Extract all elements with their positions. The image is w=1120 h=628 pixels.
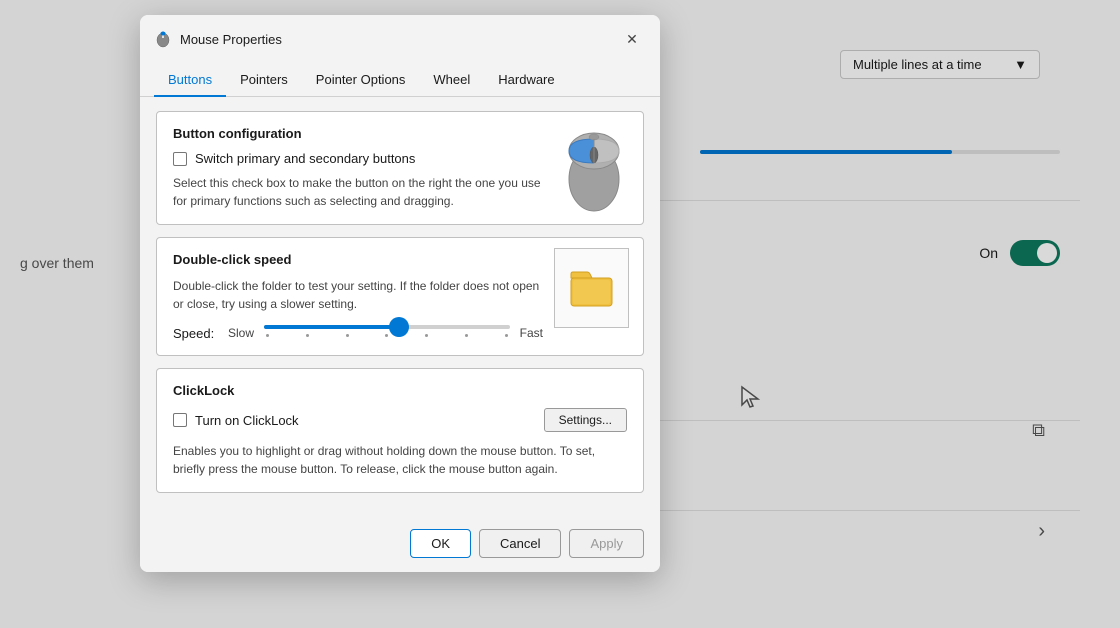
dialog-buttons: OK Cancel Apply (140, 519, 660, 572)
tabs-bar: Buttons Pointers Pointer Options Wheel H… (140, 63, 660, 97)
title-bar-left: Mouse Properties (154, 30, 282, 48)
speed-dot-7 (505, 334, 508, 337)
speed-row: Speed: Slow Fast (173, 325, 543, 341)
tab-hardware[interactable]: Hardware (484, 64, 568, 97)
speed-fill (264, 325, 399, 329)
switch-buttons-checkbox[interactable] (173, 152, 187, 166)
tab-pointer-options[interactable]: Pointer Options (302, 64, 420, 97)
double-click-section: Double-click speed Double-click the fold… (156, 237, 644, 356)
clicklock-checkbox-row: Turn on ClickLock (173, 413, 299, 428)
ok-button[interactable]: OK (410, 529, 471, 558)
speed-dot-3 (346, 334, 349, 337)
tab-buttons[interactable]: Buttons (154, 64, 226, 97)
dialog-content: Button configuration Switch primary and … (140, 97, 660, 519)
folder-test-area[interactable] (554, 248, 629, 328)
apply-button[interactable]: Apply (569, 529, 644, 558)
speed-label: Speed: (173, 326, 218, 341)
clicklock-checkbox[interactable] (173, 413, 187, 427)
double-click-title: Double-click speed (173, 252, 543, 267)
slow-label: Slow (228, 326, 254, 340)
switch-buttons-label: Switch primary and secondary buttons (195, 151, 415, 166)
button-config-section: Button configuration Switch primary and … (156, 111, 644, 225)
dialog-title-icon (154, 30, 172, 48)
clicklock-desc: Enables you to highlight or drag without… (173, 442, 627, 478)
tab-wheel[interactable]: Wheel (419, 64, 484, 97)
clicklock-row: Turn on ClickLock Settings... (173, 408, 627, 432)
switch-buttons-row: Switch primary and secondary buttons (173, 151, 553, 166)
clicklock-settings-button[interactable]: Settings... (544, 408, 627, 432)
speed-dot-2 (306, 334, 309, 337)
title-bar: Mouse Properties ✕ (140, 15, 660, 63)
speed-slider[interactable] (264, 325, 510, 329)
speed-dot-5 (425, 334, 428, 337)
speed-dots (264, 334, 510, 337)
double-click-desc: Double-click the folder to test your set… (173, 277, 543, 313)
speed-dot-1 (266, 334, 269, 337)
clicklock-label: Turn on ClickLock (195, 413, 299, 428)
mouse-graphic (562, 129, 627, 214)
mouse-image-area (559, 126, 629, 216)
speed-dot-6 (465, 334, 468, 337)
clicklock-section: ClickLock Turn on ClickLock Settings... … (156, 368, 644, 493)
mouse-properties-dialog: Mouse Properties ✕ Buttons Pointers Poin… (140, 15, 660, 572)
tab-pointers[interactable]: Pointers (226, 64, 302, 97)
button-config-title: Button configuration (173, 126, 553, 141)
fast-label: Fast (520, 326, 543, 340)
folder-icon (569, 266, 614, 311)
button-config-desc: Select this check box to make the button… (173, 174, 553, 210)
speed-dot-4 (385, 334, 388, 337)
cancel-button[interactable]: Cancel (479, 529, 561, 558)
dialog-title: Mouse Properties (180, 32, 282, 47)
clicklock-title: ClickLock (173, 383, 627, 398)
close-button[interactable]: ✕ (618, 25, 646, 53)
